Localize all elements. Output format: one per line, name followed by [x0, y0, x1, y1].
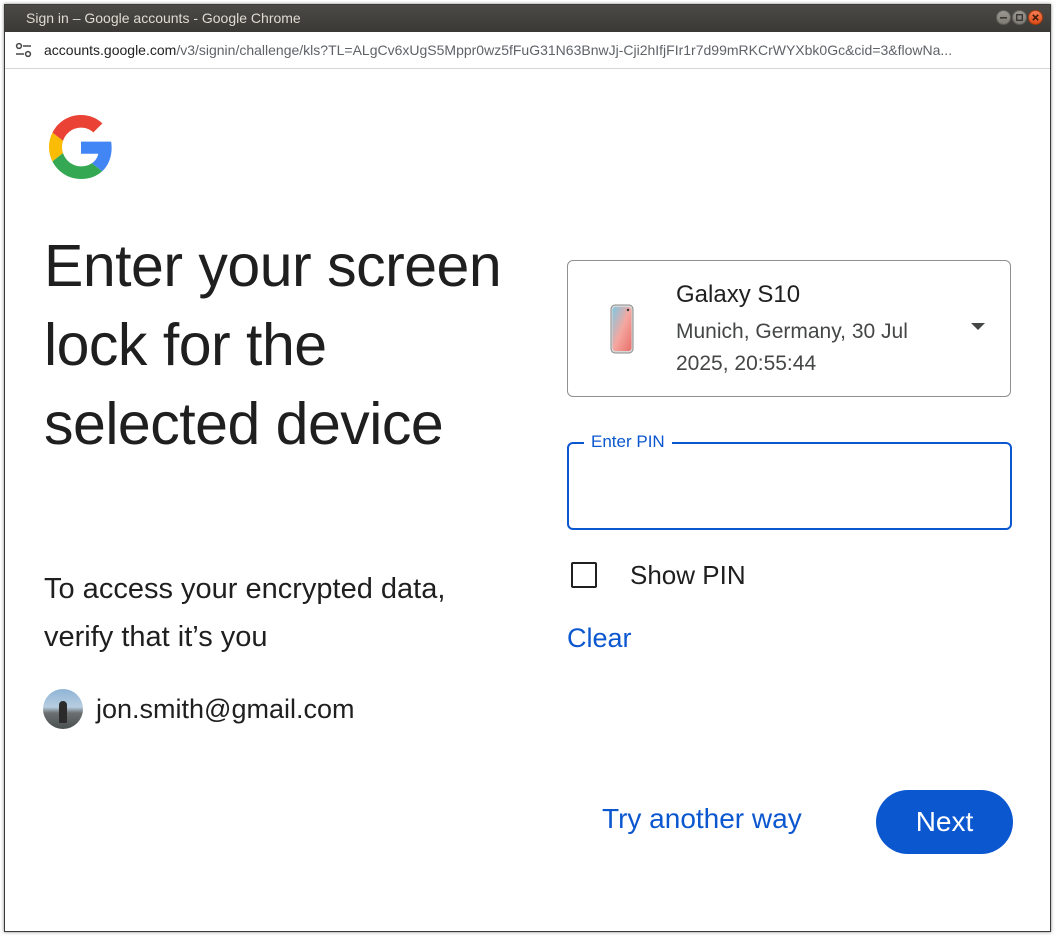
account-email: jon.smith@gmail.com: [96, 693, 355, 724]
account-chip[interactable]: jon.smith@gmail.com: [43, 689, 354, 729]
pin-field-label: Enter PIN: [584, 432, 672, 452]
page-subtitle: To access your encrypted data, verify th…: [44, 573, 446, 653]
url-field[interactable]: accounts.google.com/v3/signin/challenge/…: [44, 32, 1029, 68]
window-title: Sign in – Google accounts - Google Chrom…: [26, 10, 301, 26]
show-pin-label[interactable]: Show PIN: [630, 560, 746, 591]
browser-window: Sign in – Google accounts - Google Chrom…: [4, 4, 1051, 932]
title-bar[interactable]: Sign in – Google accounts - Google Chrom…: [5, 5, 1050, 32]
maximize-icon[interactable]: [1012, 10, 1027, 25]
page-title: Enter your screen lock for the selected …: [44, 233, 502, 457]
minimize-icon[interactable]: [996, 10, 1011, 25]
device-selector[interactable]: Galaxy S10 Munich, Germany, 30 Jul 2025,…: [567, 260, 1011, 397]
window-controls: [996, 10, 1043, 25]
url-host: accounts.google.com: [44, 42, 177, 58]
clear-button[interactable]: Clear: [567, 623, 632, 654]
close-icon[interactable]: [1028, 10, 1043, 25]
next-button[interactable]: Next: [876, 790, 1013, 854]
device-location-time: Munich, Germany, 30 Jul 2025, 20:55:44: [676, 320, 908, 375]
phone-icon: [610, 304, 634, 354]
avatar: [43, 689, 83, 729]
tune-icon[interactable]: [15, 42, 33, 58]
signin-page: Enter your screen lock for the selected …: [5, 69, 1050, 931]
show-pin-option[interactable]: Show PIN: [571, 559, 746, 591]
address-bar: accounts.google.com/v3/signin/challenge/…: [5, 32, 1050, 69]
show-pin-checkbox[interactable]: [571, 562, 597, 588]
device-name: Galaxy S10: [676, 281, 801, 308]
try-another-way-button[interactable]: Try another way: [602, 803, 802, 835]
google-logo-icon: [49, 115, 113, 179]
pin-field[interactable]: Enter PIN: [567, 432, 1012, 530]
pin-input[interactable]: [585, 462, 989, 508]
url-path: /v3/signin/challenge/kls?TL=ALgCv6xUgS5M…: [176, 42, 953, 58]
dropdown-arrow-icon: [971, 323, 985, 330]
